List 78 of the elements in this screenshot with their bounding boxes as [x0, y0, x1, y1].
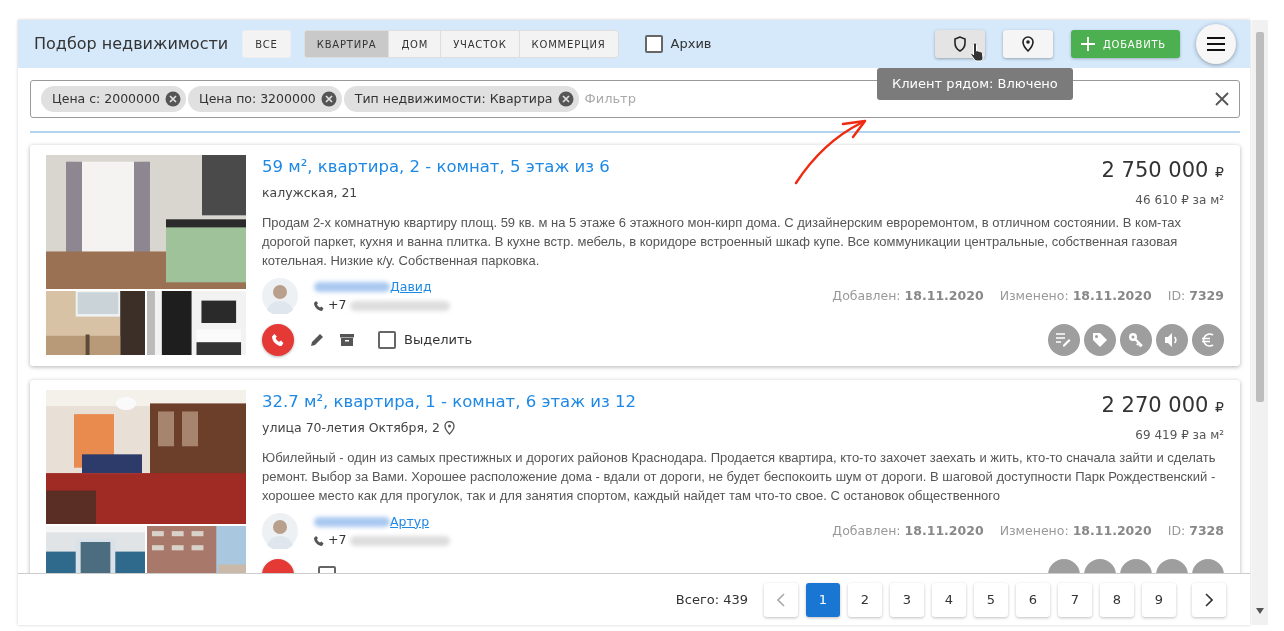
phone-icon — [272, 334, 284, 346]
filter-tab[interactable]: КОММЕРЦИЯ — [518, 30, 619, 58]
date-changed: Изменено: 18.11.2020 — [999, 521, 1152, 540]
edit-icon[interactable] — [310, 333, 324, 347]
checkbox-label: Архив — [670, 35, 712, 54]
tag-icon — [1092, 332, 1108, 348]
avatar — [262, 278, 298, 315]
action-button[interactable] — [1156, 324, 1188, 356]
cursor-icon — [970, 42, 986, 62]
address: улица 70-летия Октября, 2 — [262, 418, 440, 437]
page-button[interactable]: 7 — [1058, 582, 1092, 617]
menu-button[interactable] — [1196, 24, 1236, 64]
page-button[interactable]: 2 — [848, 582, 882, 617]
description: Продам 2-х комнатную квартиру площ. 59 кв. м на 5 этаже 6 этажного мон-кирп дома. С дизайнерским евроремонтом, в отличном состоянии. В ком-тах дорогой паркет, кухня и ванна плитка. В кухне встр. мебель, в коридоре встроенный шкаф купе. Все коммуникации центральные, собственная газовая котельная. Низкие к/у. Собственная парковка. — [262, 213, 1182, 270]
phone-number: +7 — [328, 296, 347, 315]
date-added: Добавлен: 18.11.2020 — [832, 521, 984, 540]
listing-title-link[interactable]: 59 м², квартира, 2 - комнат, 5 этаж из 6 — [262, 155, 610, 180]
action-button[interactable] — [1084, 324, 1116, 356]
chevron-left-icon — [777, 593, 785, 608]
close-icon[interactable] — [557, 91, 574, 107]
filter-chip[interactable]: Тип недвижимости: Квартира — [343, 86, 579, 112]
listing-id: ID: 7328 — [1167, 521, 1224, 540]
page-button[interactable]: 3 — [890, 582, 924, 617]
page-button[interactable]: 4 — [932, 582, 966, 617]
action-button[interactable] — [1120, 324, 1152, 356]
menu-icon — [1207, 37, 1225, 51]
agent-name-link[interactable]: Артур — [390, 512, 430, 532]
close-icon[interactable] — [164, 91, 181, 107]
page-button[interactable]: 1 — [806, 582, 840, 617]
shield-icon — [952, 36, 967, 52]
price: 2 750 000 ₽ — [1101, 157, 1224, 184]
location-button[interactable] — [1002, 30, 1053, 58]
notes-edit-icon — [1056, 332, 1072, 348]
phone-icon — [314, 535, 324, 546]
page-button[interactable]: 5 — [974, 582, 1008, 617]
page-button[interactable]: 8 — [1100, 582, 1134, 617]
phone-icon — [314, 300, 324, 311]
speaker-icon — [1164, 332, 1180, 348]
page-button[interactable]: 6 — [1016, 582, 1050, 617]
map-pin-icon[interactable] — [443, 421, 455, 436]
listing-title-link[interactable]: 32.7 м², квартира, 1 - комнат, 6 этаж из 12 — [262, 390, 637, 415]
listing-id: ID: 7329 — [1167, 286, 1224, 305]
price-per-meter: 69 419 ₽ за м² — [1135, 426, 1224, 444]
euro-icon — [1200, 332, 1216, 348]
phone-number: +7 — [328, 531, 347, 550]
avatar — [262, 513, 298, 550]
address: калужская, 21 — [262, 183, 358, 202]
description: Юбилейный - один из самых престижных и дорогих районов Краснодара. Продается квартира, кто-то захочет заехать и жить, кто-то сначала зайти и сделать ремонт. Выбор за Вами. Хорошее расположение дома - вдали от дороги, не будет беспокоить шум от дороги. В шаговой доступности Парк Рождественский - хорошее место как для прогулок, так и для занятия спортом, каждый найдет там что-то свое. С остановок общественного — [262, 448, 1217, 505]
close-icon[interactable] — [1215, 92, 1229, 106]
page-title: Подбор недвижимости — [34, 33, 229, 55]
action-button[interactable] — [1192, 324, 1224, 356]
filter-tab[interactable]: ДОМ — [388, 30, 442, 58]
page-button[interactable]: 9 — [1142, 582, 1176, 617]
total-count: Всего: 439 — [675, 590, 748, 609]
plus-icon — [1080, 37, 1095, 51]
action-button[interactable] — [1048, 324, 1080, 356]
price-per-meter: 46 610 ₽ за м² — [1135, 191, 1224, 209]
filter-tab[interactable]: ВСЕ — [242, 30, 291, 58]
archive-icon[interactable] — [340, 333, 354, 347]
filter-chip[interactable]: Цена с: 2000000 — [41, 86, 186, 112]
key-icon — [1128, 332, 1144, 348]
filter-chip[interactable]: Цена по: 3200000 — [187, 86, 342, 112]
next-page-button[interactable] — [1192, 582, 1226, 617]
chevron-right-icon — [1205, 593, 1213, 608]
shield-button[interactable] — [934, 30, 985, 58]
tooltip: Клиент рядом: Влючено — [877, 68, 1073, 100]
checkbox[interactable] — [378, 331, 396, 349]
date-added: Добавлен: 18.11.2020 — [832, 286, 984, 305]
close-icon[interactable] — [320, 91, 337, 107]
price: 2 270 000 ₽ — [1101, 392, 1224, 419]
checkbox-label: Выделить — [404, 331, 473, 350]
call-button[interactable] — [262, 324, 294, 356]
agent-name-link[interactable]: Давид — [390, 277, 432, 297]
date-changed: Изменено: 18.11.2020 — [999, 286, 1152, 305]
checkbox[interactable] — [644, 35, 663, 53]
filter-tab[interactable]: КВАРТИРА — [303, 30, 390, 58]
filter-tab[interactable]: УЧАСТОК — [440, 30, 520, 58]
map-pin-icon — [1020, 36, 1035, 52]
